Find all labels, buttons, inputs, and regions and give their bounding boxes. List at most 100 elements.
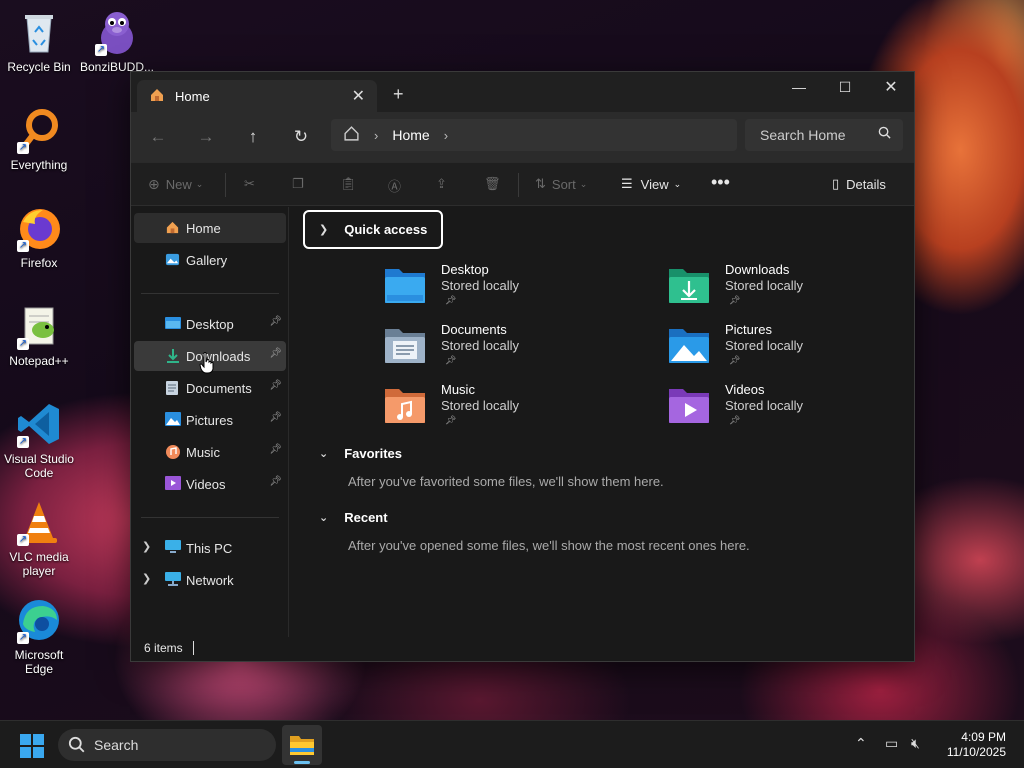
- maximize-button[interactable]: ☐: [822, 72, 868, 102]
- music-folder-icon: [385, 389, 425, 423]
- desktop-folder-icon: [165, 316, 181, 332]
- shortcut-arrow-icon: ↗: [17, 142, 29, 154]
- breadcrumb[interactable]: › Home ›: [331, 119, 737, 151]
- refresh-button[interactable]: ↻: [291, 127, 311, 147]
- item-status: Stored locally: [725, 338, 804, 353]
- new-button[interactable]: ⊕ New ⌄: [148, 176, 203, 193]
- desktop-icon-everything[interactable]: ↗ Everything: [1, 106, 77, 172]
- sidebar-item-videos[interactable]: Videos 📌︎: [134, 469, 286, 499]
- recent-header[interactable]: ⌄ Recent: [319, 510, 388, 525]
- desktop-icon-label: Microsoft Edge: [14, 648, 64, 676]
- desktop-folder-icon: [385, 269, 425, 303]
- videos-folder-icon: [165, 476, 181, 492]
- sidebar-item-network[interactable]: ❯ Network: [134, 565, 286, 595]
- back-button[interactable]: ←: [148, 127, 168, 147]
- more-options-button[interactable]: •••: [711, 172, 730, 193]
- desktop-icon-edge[interactable]: ↗ Microsoft Edge: [1, 596, 77, 676]
- new-tab-button[interactable]: +: [393, 84, 404, 105]
- downloads-folder-icon: [669, 269, 709, 303]
- close-tab-icon[interactable]: ✕: [352, 86, 365, 106]
- pin-icon: 📌︎: [445, 355, 457, 365]
- active-app-indicator: [294, 761, 310, 764]
- taskbar: Search ⌃ ▭ 🔇︎ 4:09 PM 11/10/2025: [0, 720, 1024, 768]
- home-icon: [343, 125, 360, 145]
- delete-button[interactable]: 🗑︎: [484, 176, 501, 192]
- trash-icon: 🗑︎: [484, 176, 501, 191]
- pin-icon[interactable]: 📌︎: [269, 348, 282, 359]
- chevron-down-icon: ⌄: [319, 512, 329, 524]
- copy-button[interactable]: ❐: [292, 176, 304, 192]
- paste-button[interactable]: 📋︎: [340, 176, 357, 192]
- show-hidden-icons-chevron[interactable]: ⌃: [855, 735, 867, 752]
- clock-time: 4:09 PM: [961, 730, 1006, 744]
- sidebar-item-desktop[interactable]: Desktop 📌︎: [134, 309, 286, 339]
- plus-circle-icon: ⊕: [148, 176, 160, 192]
- quick-access-item-downloads[interactable]: Downloads Stored locally 📌︎: [667, 262, 907, 314]
- pin-icon: 📌︎: [729, 295, 741, 305]
- toolbar-divider: [518, 173, 519, 197]
- pin-icon[interactable]: 📌︎: [269, 412, 282, 423]
- clock-date: 11/10/2025: [946, 745, 1006, 759]
- minimize-button[interactable]: —: [776, 72, 822, 102]
- share-button[interactable]: ⇪: [436, 176, 447, 192]
- quick-access-item-music[interactable]: Music Stored locally 📌︎: [383, 382, 623, 434]
- chevron-right-icon[interactable]: ›: [444, 128, 448, 143]
- close-window-button[interactable]: ✕: [868, 72, 914, 102]
- file-explorer-window: Home ✕ + — ☐ ✕ ← → ↑ ↻ › Home › Search H…: [130, 71, 915, 662]
- chevron-right-icon: ›: [374, 127, 379, 143]
- quick-access-item-desktop[interactable]: Desktop Stored locally 📌︎: [383, 262, 623, 314]
- tab-home[interactable]: Home ✕: [137, 80, 377, 112]
- chevron-right-icon[interactable]: ❯: [142, 572, 151, 585]
- sidebar-item-home[interactable]: Home: [134, 213, 286, 243]
- search-input[interactable]: Search Home: [745, 119, 903, 151]
- pin-icon: 📌︎: [445, 415, 457, 425]
- pin-icon[interactable]: 📌︎: [269, 476, 282, 487]
- favorites-header[interactable]: ⌄ Favorites: [319, 446, 402, 461]
- quick-access-header[interactable]: ❯ Quick access: [303, 210, 444, 249]
- desktop-icon-notepadpp[interactable]: ↗ Notepad++: [1, 302, 77, 368]
- taskbar-search-box[interactable]: Search: [58, 729, 276, 761]
- pin-icon[interactable]: 📌︎: [269, 444, 282, 455]
- network-status-icon[interactable]: ▭: [885, 735, 898, 752]
- breadcrumb-home[interactable]: Home: [392, 127, 429, 143]
- view-list-icon: ☰: [621, 176, 633, 191]
- sidebar-item-pictures[interactable]: Pictures 📌︎: [134, 405, 286, 435]
- taskbar-file-explorer-button[interactable]: [282, 725, 322, 765]
- content-pane: ❯ Quick access Desktop Stored locally 📌︎…: [291, 207, 913, 637]
- volume-muted-icon[interactable]: 🔇︎: [911, 735, 920, 752]
- desktop-icon-firefox[interactable]: ↗ Firefox: [1, 204, 77, 270]
- sidebar-item-gallery[interactable]: Gallery: [134, 245, 286, 275]
- cut-button[interactable]: ✂: [244, 176, 255, 192]
- search-icon: [878, 126, 891, 142]
- vscode-icon: ↗: [15, 400, 63, 448]
- copy-icon: ❐: [292, 176, 304, 191]
- desktop-icon-vscode[interactable]: ↗ Visual Studio Code: [1, 400, 77, 480]
- sidebar-divider: [141, 293, 279, 294]
- pin-icon[interactable]: 📌︎: [269, 380, 282, 391]
- videos-folder-icon: [669, 389, 709, 423]
- view-button[interactable]: ☰ View ⌄: [621, 176, 681, 192]
- quick-access-item-pictures[interactable]: Pictures Stored locally 📌︎: [667, 322, 907, 374]
- system-clock[interactable]: 4:09 PM 11/10/2025: [947, 730, 1006, 760]
- documents-folder-icon: [165, 380, 181, 396]
- details-button[interactable]: ▯ Details: [832, 176, 886, 192]
- sidebar-item-this-pc[interactable]: ❯ This PC: [134, 533, 286, 563]
- quick-access-item-documents[interactable]: Documents Stored locally 📌︎: [383, 322, 623, 374]
- pin-icon[interactable]: 📌︎: [269, 316, 282, 327]
- forward-button[interactable]: →: [196, 127, 216, 147]
- desktop-icon-label: Visual Studio Code: [4, 452, 74, 480]
- pc-icon: [165, 540, 181, 556]
- sort-button[interactable]: ⇅ Sort ⌄: [535, 176, 587, 192]
- command-bar: ⊕ New ⌄ ✂ ❐ 📋︎ Ⓐ ⇪ 🗑︎ ⇅ Sort ⌄ ☰ View ⌄ …: [131, 162, 914, 206]
- sidebar-item-music[interactable]: Music 📌︎: [134, 437, 286, 467]
- sidebar-item-documents[interactable]: Documents 📌︎: [134, 373, 286, 403]
- up-button[interactable]: ↑: [243, 127, 263, 147]
- desktop-icon-recycle-bin[interactable]: Recycle Bin: [1, 8, 77, 74]
- shortcut-arrow-icon: ↗: [17, 240, 29, 252]
- desktop-icon-bonzibuddy[interactable]: ↗ BonziBUDD...: [79, 8, 155, 74]
- quick-access-item-videos[interactable]: Videos Stored locally 📌︎: [667, 382, 907, 434]
- start-button[interactable]: [20, 734, 44, 758]
- desktop-icon-vlc[interactable]: ↗ VLC media player: [1, 498, 77, 578]
- rename-button[interactable]: Ⓐ: [388, 176, 401, 195]
- chevron-right-icon[interactable]: ❯: [142, 540, 151, 553]
